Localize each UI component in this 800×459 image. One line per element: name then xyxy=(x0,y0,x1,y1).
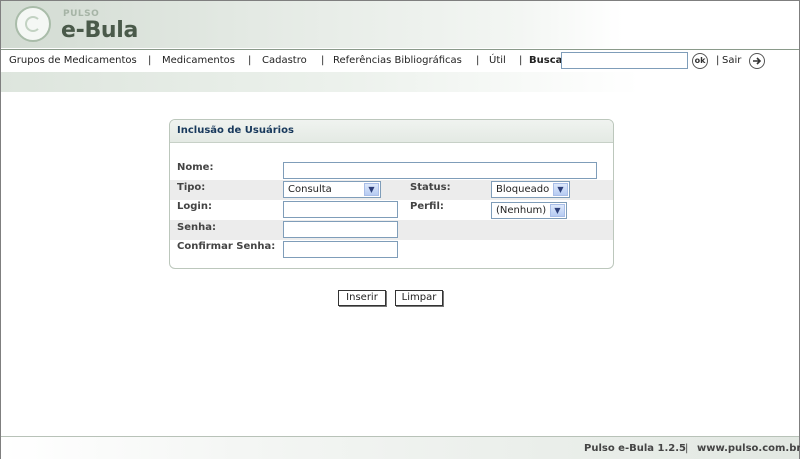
menu-separator: | xyxy=(716,55,720,66)
footer-version: Pulso e-Bula 1.2.5 xyxy=(584,443,686,454)
form-title: Inclusão de Usuários xyxy=(170,120,613,143)
menu-separator: | xyxy=(519,55,523,66)
menu-item-referencias[interactable]: Referências Bibliográficas xyxy=(333,55,462,66)
confirmar-senha-label: Confirmar Senha: xyxy=(177,241,276,252)
login-label: Login: xyxy=(177,201,212,212)
status-selected-value: Bloqueado xyxy=(496,184,550,195)
footer-site-link[interactable]: www.pulso.com.br xyxy=(697,443,800,454)
footer: Pulso e-Bula 1.2.5 | www.pulso.com.br xyxy=(1,436,800,459)
logout-link[interactable]: Sair xyxy=(722,55,741,66)
status-select[interactable]: Bloqueado ▼ xyxy=(491,181,570,198)
main-menu: Grupos de Medicamentos | Medicamentos | … xyxy=(1,49,799,73)
confirmar-senha-field[interactable] xyxy=(283,241,398,258)
search-ok-button[interactable]: ok xyxy=(692,53,708,69)
tipo-label: Tipo: xyxy=(177,182,206,193)
perfil-selected-value: (Nenhum) xyxy=(496,205,547,216)
nome-field[interactable] xyxy=(283,162,597,179)
status-label: Status: xyxy=(410,182,451,193)
menu-item-cadastro[interactable]: Cadastro xyxy=(262,55,307,66)
arrow-right-icon[interactable] xyxy=(749,53,765,69)
insert-button[interactable]: Inserir xyxy=(338,290,386,306)
tipo-selected-value: Consulta xyxy=(288,184,332,195)
chevron-down-icon: ▼ xyxy=(553,183,568,196)
tipo-select[interactable]: Consulta ▼ xyxy=(283,181,381,198)
perfil-label: Perfil: xyxy=(410,201,444,212)
login-field[interactable] xyxy=(283,201,398,218)
menu-item-util[interactable]: Útil xyxy=(489,55,506,66)
nome-label: Nome: xyxy=(177,162,214,173)
search-label: Busca xyxy=(529,55,563,66)
row-tipo-status: Tipo: Consulta ▼ Status: Bloqueado ▼ xyxy=(170,180,613,200)
row-senha: Senha: xyxy=(170,220,613,240)
senha-label: Senha: xyxy=(177,222,216,233)
menu-separator: | xyxy=(476,55,480,66)
menu-separator: | xyxy=(321,55,325,66)
clear-button[interactable]: Limpar xyxy=(395,290,443,306)
menu-separator: | xyxy=(248,55,252,66)
chevron-down-icon: ▼ xyxy=(550,204,565,217)
logo-title: e-Bula xyxy=(61,18,139,43)
menu-item-grupos[interactable]: Grupos de Medicamentos xyxy=(9,55,137,66)
row-nome: Nome: xyxy=(170,160,613,180)
perfil-select[interactable]: (Nenhum) ▼ xyxy=(491,202,567,219)
search-input[interactable] xyxy=(561,52,688,69)
row-confirmar-senha: Confirmar Senha: xyxy=(170,240,613,260)
senha-field[interactable] xyxy=(283,221,398,238)
menu-item-medicamentos[interactable]: Medicamentos xyxy=(162,55,235,66)
sub-header-band xyxy=(1,72,799,92)
user-form-panel: Inclusão de Usuários Nome: Tipo: Consult… xyxy=(169,119,614,269)
row-login-perfil: Login: Perfil: (Nenhum) ▼ xyxy=(170,200,613,220)
logo-icon xyxy=(15,6,51,42)
chevron-down-icon: ▼ xyxy=(364,183,379,196)
menu-separator: | xyxy=(148,55,152,66)
footer-separator: | xyxy=(685,443,689,454)
header: PULSO e-Bula xyxy=(1,1,799,48)
